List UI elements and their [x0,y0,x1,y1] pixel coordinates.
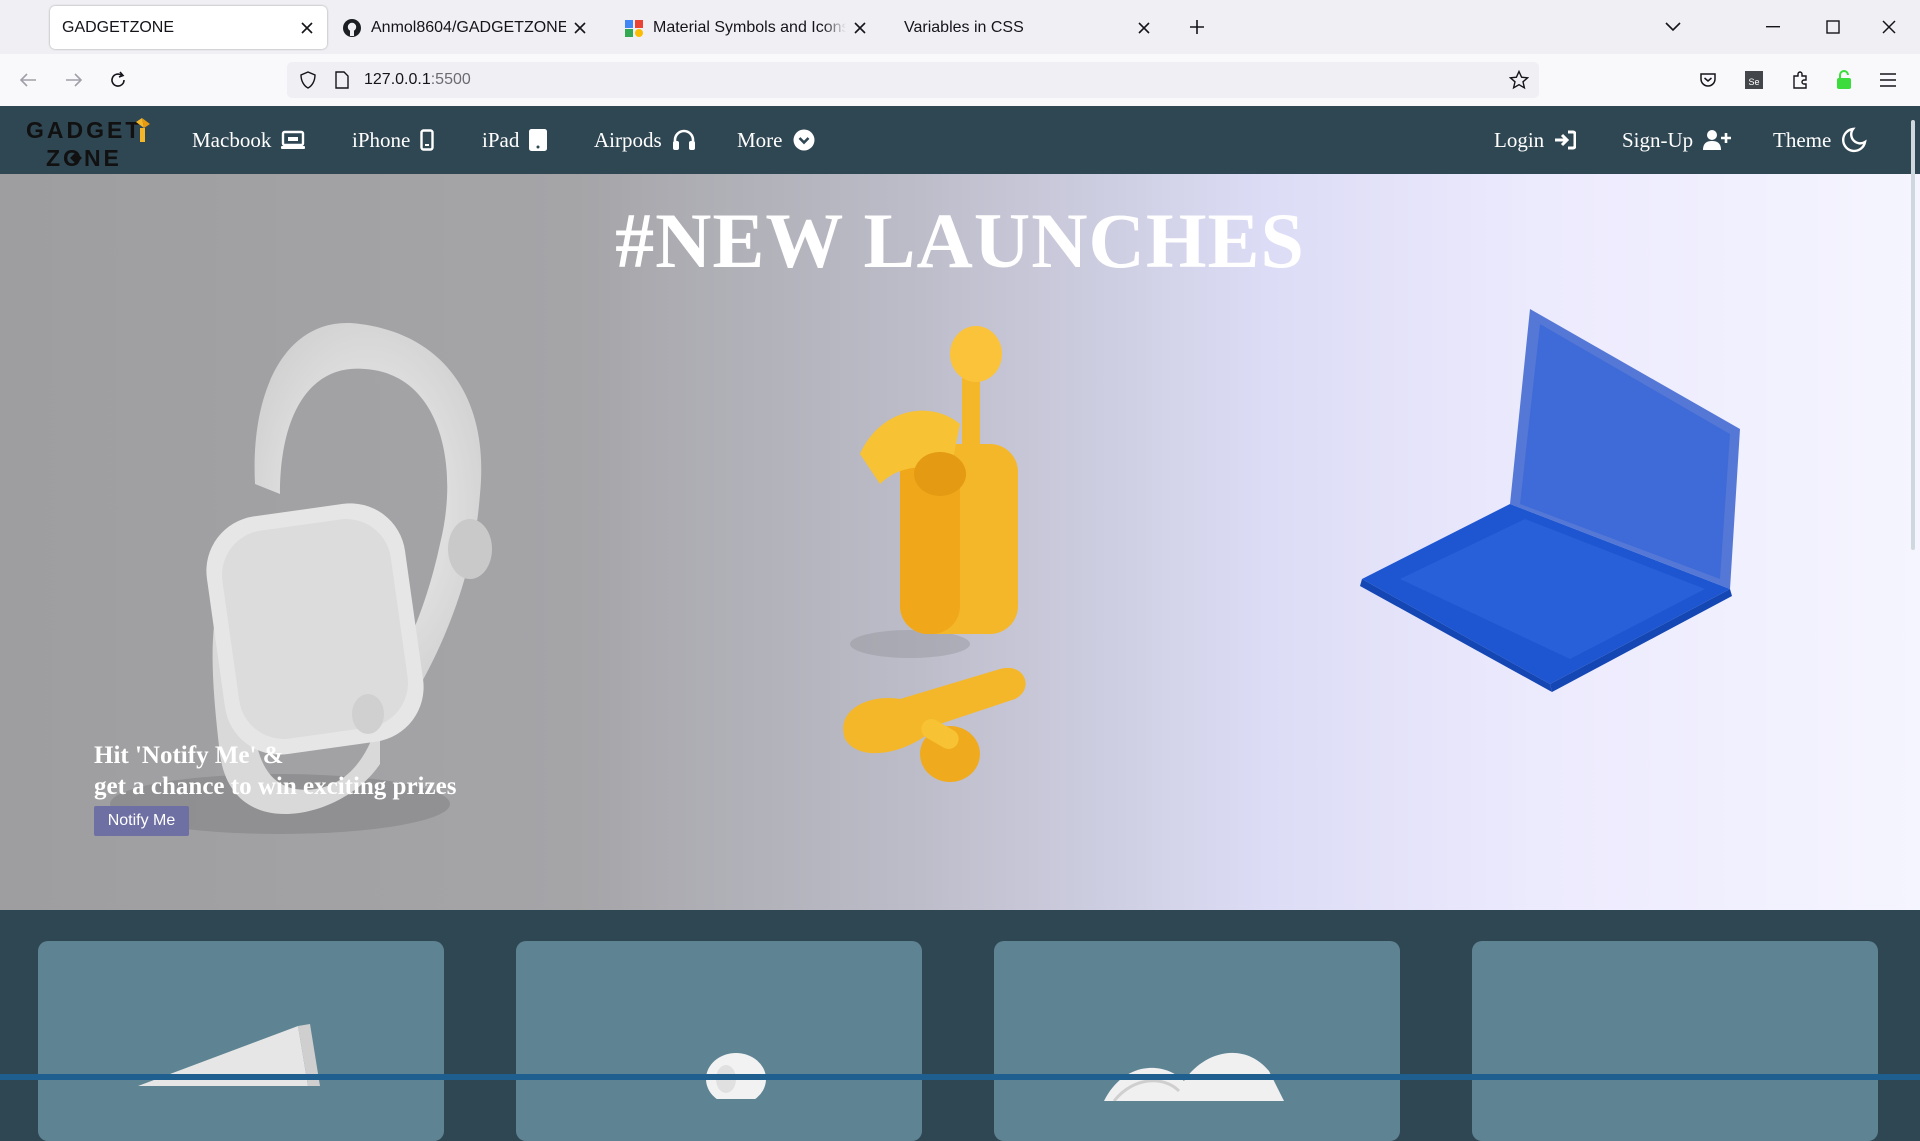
product-card[interactable] [38,941,444,1141]
nav-label: Sign-Up [1622,127,1694,152]
page-scrollbar[interactable] [1911,120,1915,550]
browser-toolbar: 127.0.0.1:5500 Se [0,54,1920,107]
notify-me-button[interactable]: Notify Me [94,806,189,836]
star-icon[interactable] [1509,70,1529,90]
promo-line-1: Hit 'Notify Me' & [94,742,284,769]
close-icon [1882,20,1896,34]
airpod-preview-image [706,1053,766,1099]
lock-icon [1837,70,1851,89]
hero-banner: #NEW LAUNCHES Hit 'Notify Me' & get a ch… [0,174,1920,910]
site-navbar: GADGET ZONE Macbook iPhone iPad Airpods … [0,106,1920,174]
arrow-left-icon [19,73,36,87]
moon-icon [1842,127,1868,153]
selenium-icon: Se [1745,71,1763,89]
tab-variables-css[interactable]: Variables in CSS [892,6,1164,49]
nav-login[interactable]: Login [1494,106,1577,174]
extensions-button[interactable] [1786,66,1814,94]
minimize-icon [1766,26,1780,28]
close-tab-icon[interactable] [572,20,588,36]
headphones-icon [672,129,695,150]
arrow-right-icon [66,73,83,87]
chevron-down-icon [1665,22,1681,32]
nav-label: Airpods [594,127,662,152]
material-icon [625,19,643,37]
browser-tab-bar: GADGETZONE Anmol8604/GADGETZONE Material… [0,0,1920,54]
nav-label: iPad [482,127,520,152]
promo-line-2: get a chance to win exciting prizes [94,773,457,800]
product-card[interactable] [1472,941,1878,1141]
nav-label: Login [1494,127,1545,152]
close-window-button[interactable] [1876,14,1902,40]
pocket-icon [1700,73,1716,87]
new-tab-button[interactable] [1184,14,1210,40]
gadgetzone-logo[interactable]: GADGET ZONE [24,114,152,170]
laptop-icon [281,130,306,149]
forward-button[interactable] [60,66,88,94]
user-plus-icon [1703,130,1732,150]
reload-button[interactable] [104,66,132,94]
lock-extension-button[interactable] [1830,66,1858,94]
tab-title: Anmol8604/GADGETZONE [371,18,566,36]
accessory-preview-image [1104,1052,1284,1101]
nav-label: Macbook [192,127,272,152]
nav-iphone[interactable]: iPhone [352,106,435,174]
hamburger-icon [1880,73,1896,87]
nav-macbook[interactable]: Macbook [192,106,306,174]
app-menu-button[interactable] [1874,66,1902,94]
nav-label: Theme [1773,127,1832,152]
url-port: :5500 [430,71,471,88]
phone-icon [420,129,435,151]
reload-icon [111,71,125,87]
chevron-circle-icon [793,129,814,151]
logo-line2: ZONE [46,145,122,170]
product-card[interactable] [516,941,922,1141]
tablet-icon [529,129,548,151]
hero-title: #NEW LAUNCHES [615,197,1305,284]
tab-title: GADGETZONE [62,18,175,36]
nav-label: iPhone [352,127,411,152]
nav-more[interactable]: More [737,106,815,174]
maximize-button[interactable] [1820,14,1846,40]
tab-material-symbols[interactable]: Material Symbols and Icons - Goo [612,6,880,49]
nav-theme[interactable]: Theme [1773,106,1868,174]
close-tab-icon[interactable] [1136,20,1152,36]
login-icon [1555,130,1577,150]
nav-airpods[interactable]: Airpods [594,106,696,174]
tab-github[interactable]: Anmol8604/GADGETZONE [330,6,600,49]
puzzle-icon [1793,71,1807,89]
back-button[interactable] [14,66,42,94]
page-icon[interactable] [334,71,350,89]
product-card[interactable] [994,941,1400,1141]
airpods-image [843,326,1026,782]
svg-text:Se: Se [1748,77,1759,87]
plus-icon [1190,20,1204,34]
tab-title: Material Symbols and Icons - Goo [653,18,846,36]
pocket-button[interactable] [1694,66,1722,94]
url-host: 127.0.0.1 [364,71,431,88]
bottom-status-line [0,1074,1920,1080]
close-tab-icon[interactable] [299,20,315,36]
logo-line1: GADGET [26,117,142,143]
promo-text: Hit 'Notify Me' & get a chance to win ex… [94,740,456,802]
nav-label: More [737,127,783,152]
nav-ipad[interactable]: iPad [482,106,548,174]
shield-icon[interactable] [299,71,317,89]
laptop-image [1360,309,1740,692]
selenium-extension-button[interactable]: Se [1740,66,1768,94]
tab-gadgetzone[interactable]: GADGETZONE [50,6,327,49]
tab-title: Variables in CSS [904,18,1024,36]
list-tabs-button[interactable] [1660,14,1686,40]
nav-signup[interactable]: Sign-Up [1622,106,1732,174]
minimize-button[interactable] [1760,14,1786,40]
github-icon [343,18,361,37]
url-text[interactable]: 127.0.0.1:5500 [364,71,471,89]
address-bar[interactable]: 127.0.0.1:5500 [287,62,1539,98]
maximize-icon [1826,20,1840,34]
smartwatch-image [110,323,492,834]
close-tab-icon[interactable] [852,20,868,36]
